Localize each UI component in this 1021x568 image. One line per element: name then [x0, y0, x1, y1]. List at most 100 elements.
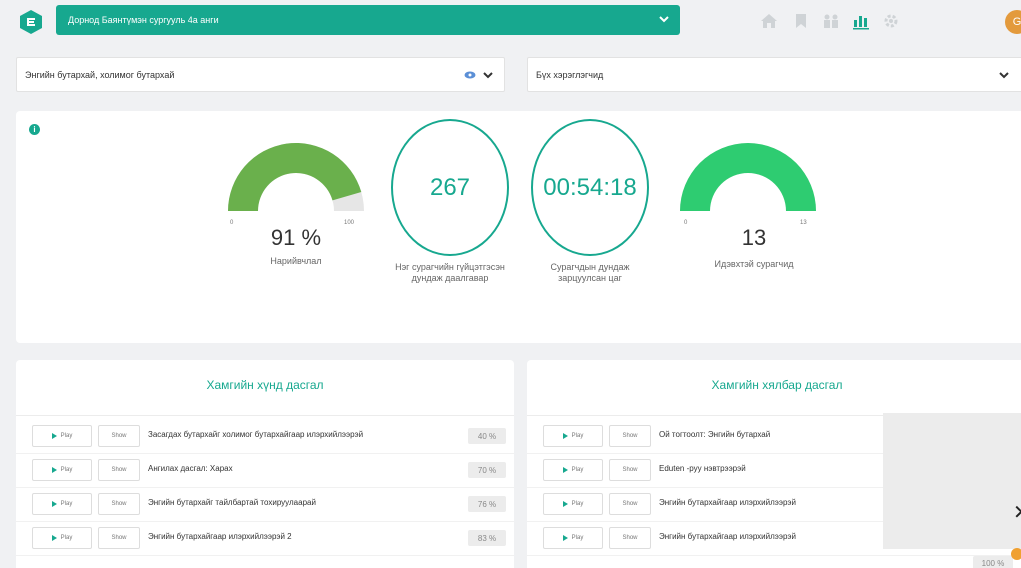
exercise-percentage: 76 % [468, 496, 506, 512]
play-button[interactable]: Play [32, 425, 92, 447]
avg-tasks-circle: 267 [391, 119, 509, 256]
show-label: Show [111, 433, 127, 439]
play-icon [51, 535, 57, 541]
exercise-name: Энгийн бутархайг тайлбартай тохируулаара… [148, 498, 316, 507]
hardest-exercises-title: Хамгийн хүнд дасгал [206, 378, 324, 392]
user-filter-label: Бүх хэрэглэгчид [536, 69, 604, 80]
show-button[interactable]: Show [609, 425, 651, 447]
class-select-dropdown[interactable]: Дорнод Баянтүмэн сургууль 4а анги [56, 5, 680, 35]
topic-filter-label: Энгийн бутархай, холимог бутархай [25, 69, 175, 80]
avg-time-value: 00:54:18 [543, 173, 637, 201]
play-button[interactable]: Play [543, 493, 603, 515]
bookmark-icon[interactable] [792, 12, 810, 30]
show-label: Show [622, 535, 638, 541]
show-button[interactable]: Show [609, 527, 651, 549]
easiest-exercises-title: Хамгийн хялбар дасгал [711, 378, 843, 392]
avg-tasks-value: 267 [429, 173, 471, 201]
exercise-name: Ой тогтоолт: Энгийн бутархай [659, 430, 771, 439]
accuracy-label: Нарийвчлал [270, 256, 322, 266]
close-icon[interactable]: ✕ [1013, 500, 1021, 525]
active-students-gauge [680, 143, 816, 211]
exercise-name: Энгийн бутархайгаар илэрхийлээрэй 2 [148, 532, 292, 541]
show-label: Show [622, 501, 638, 507]
user-filter-dropdown[interactable]: Бүх хэрэглэгчид [527, 57, 1021, 92]
exercise-row: Play Show Ангилах дасгал: Харах 70 % [16, 454, 514, 488]
accuracy-value: 91 % [270, 225, 322, 250]
eye-icon[interactable] [464, 70, 476, 80]
show-button[interactable]: Show [98, 459, 140, 481]
show-button[interactable]: Show [98, 527, 140, 549]
play-button[interactable]: Play [32, 493, 92, 515]
topic-filter-dropdown[interactable]: Энгийн бутархай, холимог бутархай [16, 57, 505, 92]
accuracy-gauge-min: 0 [230, 220, 234, 226]
active-students-value: 13 [741, 225, 767, 250]
statistics-card: i 0 100 91 % Нарийвчлал 267 Нэг сурагчий… [16, 111, 1021, 343]
exercise-row: Play Show Энгийн бутархайгаар илэрхийлээрэ… [16, 522, 514, 556]
play-icon [562, 501, 568, 507]
play-button[interactable]: Play [32, 459, 92, 481]
show-label: Show [622, 433, 638, 439]
hardest-exercises-card: Хамгийн хүнд дасгал Play Show Засагдах бут… [16, 360, 514, 568]
play-icon [562, 467, 568, 473]
exercise-percentage: 83 % [468, 530, 506, 546]
play-label: Play [60, 501, 73, 507]
show-button[interactable]: Show [609, 493, 651, 515]
app-logo-icon[interactable] [20, 10, 42, 34]
play-icon [51, 467, 57, 473]
exercise-name: Энгийн бутархайгаар илэрхийлээрэй [659, 498, 796, 507]
play-icon [51, 433, 57, 439]
popup-overlay [883, 413, 1021, 549]
show-button[interactable]: Show [609, 459, 651, 481]
play-label: Play [60, 467, 73, 473]
active-students-label: Идэвхтэй сурагчид [714, 259, 794, 269]
exercise-row: Play Show Энгийн бутархайг тайлбартай тохи… [16, 488, 514, 522]
exercise-percentage: 100 % [973, 556, 1013, 568]
exercise-name: Засагдах бутархайг холимог бутархайгаар … [148, 430, 364, 439]
play-label: Play [60, 433, 73, 439]
accuracy-gauge [228, 143, 364, 211]
play-label: Play [571, 433, 584, 439]
exercise-name: Ангилах дасгал: Харах [148, 464, 233, 473]
chevron-down-icon [483, 72, 493, 79]
show-button[interactable]: Show [98, 493, 140, 515]
row-divider [16, 555, 514, 556]
play-label: Play [571, 535, 584, 541]
play-button[interactable]: Play [543, 425, 603, 447]
students-group-icon[interactable] [822, 12, 840, 30]
exercise-percentage: 40 % [468, 428, 506, 444]
play-button[interactable]: Play [32, 527, 92, 549]
statistics-icon[interactable] [852, 12, 870, 30]
exercise-percentage: 70 % [468, 462, 506, 478]
active-students-gauge-fill [680, 143, 816, 211]
exercise-row: Play Show Засагдах бутархайг холимог бутар… [16, 420, 514, 454]
show-label: Show [111, 501, 127, 507]
play-icon [562, 535, 568, 541]
play-icon [562, 433, 568, 439]
exercise-name: Энгийн бутархайгаар илэрхийлээрэй [659, 532, 796, 541]
show-label: Show [111, 467, 127, 473]
user-avatar[interactable]: G [1005, 10, 1021, 34]
avg-tasks-label: Нэг сурагчийн гүйцэтгэсэн дундаж даалгав… [395, 262, 505, 283]
show-label: Show [622, 467, 638, 473]
row-divider [527, 555, 1021, 556]
settings-gear-icon[interactable] [882, 12, 900, 30]
class-select-label: Дорнод Баянтүмэн сургууль 4а анги [68, 15, 219, 25]
play-icon [51, 501, 57, 507]
show-button[interactable]: Show [98, 425, 140, 447]
chevron-down-icon [659, 16, 669, 23]
avg-time-label: Сурагчдын дундаж зарцуулсан цаг [550, 262, 630, 283]
chevron-down-icon [999, 72, 1009, 79]
play-button[interactable]: Play [543, 527, 603, 549]
active-gauge-min: 0 [684, 220, 688, 226]
play-label: Play [571, 501, 584, 507]
play-button[interactable]: Play [543, 459, 603, 481]
play-label: Play [60, 535, 73, 541]
avg-time-circle: 00:54:18 [531, 119, 649, 256]
divider [16, 415, 514, 416]
home-icon[interactable] [760, 12, 778, 30]
play-label: Play [571, 467, 584, 473]
exercise-name: Eduten -руу нэвтрээрэй [659, 464, 746, 473]
notification-badge [1011, 548, 1021, 560]
show-label: Show [111, 535, 127, 541]
info-icon[interactable]: i [29, 124, 40, 135]
